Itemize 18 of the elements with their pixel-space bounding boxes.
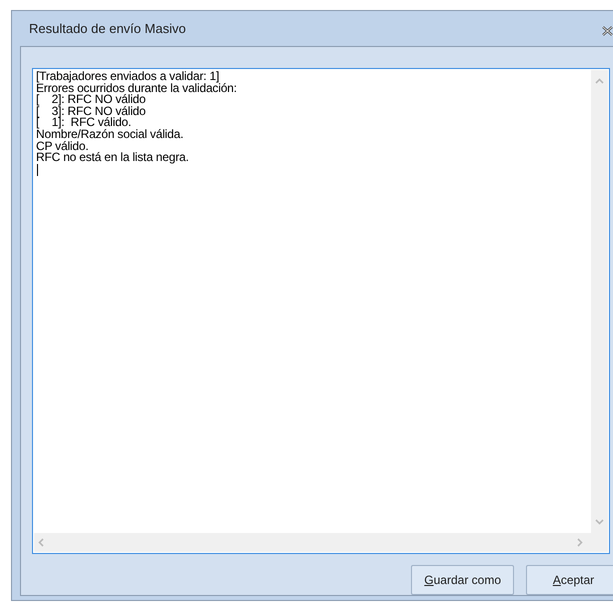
scroll-up-icon[interactable]	[595, 78, 604, 84]
log-line: CP válido.	[36, 140, 88, 152]
scroll-down-icon[interactable]	[595, 519, 604, 525]
scroll-right-icon[interactable]	[577, 538, 583, 547]
log-line: Errores ocurridos durante la validación:	[36, 82, 238, 94]
log-line: [ 1]: RFC válido.	[36, 117, 132, 129]
log-line: [Trabajadores enviados a validar: 1]	[36, 71, 220, 83]
dialog-button[interactable]: Guardar como	[411, 565, 514, 595]
close-icon[interactable]	[602, 26, 613, 36]
log-line: Nombre/Razón social válida.	[36, 128, 184, 141]
log-text-area[interactable]	[32, 68, 610, 554]
text-cursor	[37, 164, 38, 176]
scroll-left-icon[interactable]	[38, 538, 44, 547]
window-title: Resultado de envío Masivo	[29, 21, 186, 36]
log-line: [ 3]: RFC NO válido	[36, 106, 147, 118]
dialog-button[interactable]: Aceptar	[526, 565, 613, 595]
log-line: RFC no está en la lista negra.	[36, 152, 190, 164]
log-line: [ 2]: RFC NO válido	[36, 94, 146, 106]
